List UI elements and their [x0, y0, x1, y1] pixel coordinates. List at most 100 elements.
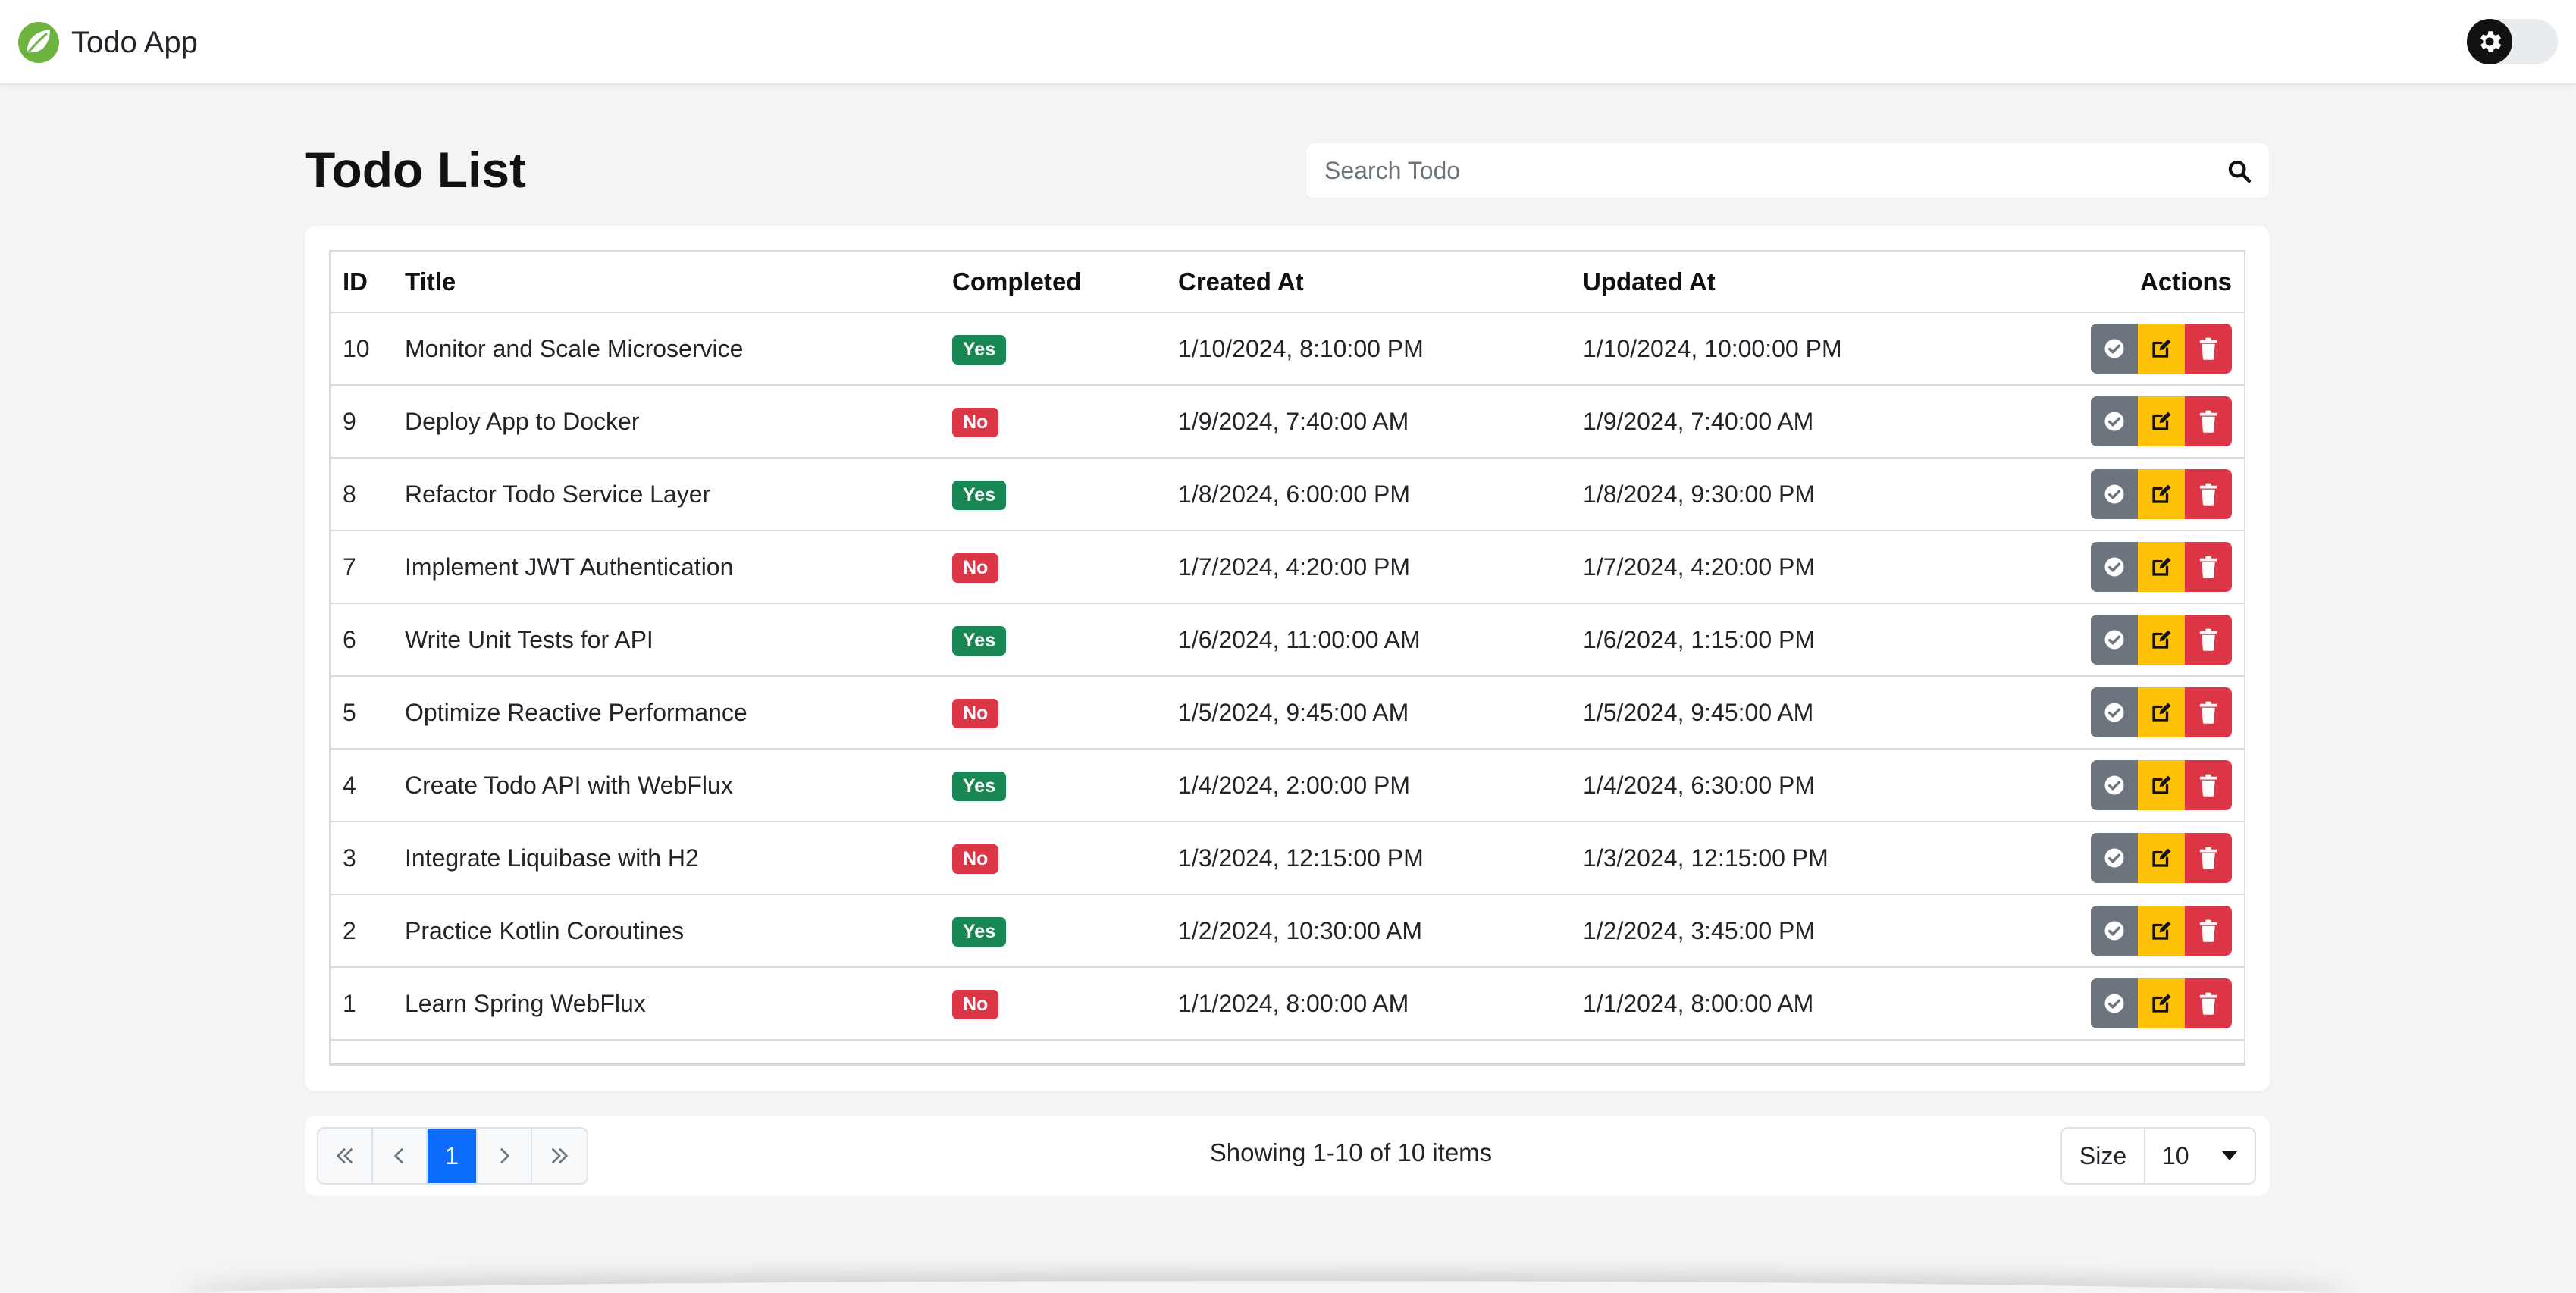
spring-leaf-icon [18, 22, 59, 63]
delete-button[interactable] [2185, 687, 2232, 737]
row-action-group [2091, 760, 2232, 810]
trash-icon [2199, 919, 2217, 942]
edit-icon [2152, 703, 2171, 722]
cell-id: 8 [331, 458, 405, 531]
toggle-complete-button[interactable] [2091, 615, 2138, 665]
delete-button[interactable] [2185, 978, 2232, 1028]
edit-button[interactable] [2138, 542, 2185, 592]
edit-icon [2152, 994, 2171, 1013]
brand[interactable]: Todo App [17, 20, 198, 65]
first-page-button[interactable] [318, 1129, 373, 1183]
search-input[interactable] [1324, 143, 2196, 198]
status-badge: Yes [952, 480, 1007, 510]
cell-id: 5 [331, 676, 405, 750]
cell-actions [2068, 458, 2244, 531]
trash-icon [2199, 847, 2217, 869]
cell-title: Create Todo API with WebFlux [405, 749, 952, 822]
delete-button[interactable] [2185, 469, 2232, 519]
delete-button[interactable] [2185, 542, 2232, 592]
cell-completed: Yes [952, 312, 1178, 386]
page-button-current[interactable]: 1 [428, 1129, 478, 1183]
page-size-select[interactable]: 10 [2145, 1129, 2255, 1183]
delete-button[interactable] [2185, 396, 2232, 446]
cell-id: 3 [331, 822, 405, 895]
delete-button[interactable] [2185, 760, 2232, 810]
toggle-complete-button[interactable] [2091, 324, 2138, 374]
edit-button[interactable] [2138, 396, 2185, 446]
edit-button[interactable] [2138, 687, 2185, 737]
cell-created-at: 1/9/2024, 7:40:00 AM [1178, 385, 1583, 459]
cell-completed: Yes [952, 603, 1178, 677]
prev-page-button[interactable] [373, 1129, 428, 1183]
theme-toggle[interactable] [2467, 19, 2558, 64]
trash-icon [2199, 628, 2217, 651]
pagination: 1 [317, 1127, 588, 1185]
next-page-button[interactable] [478, 1129, 532, 1183]
row-action-group [2091, 687, 2232, 737]
edit-button[interactable] [2138, 760, 2185, 810]
cell-title: Write Unit Tests for API [405, 603, 952, 677]
table-row: 1 Learn Spring WebFlux No 1/1/2024, 8:00… [331, 967, 2244, 1041]
table-header-row: ID Title Completed Created At Updated At… [331, 252, 2244, 313]
trash-icon [2199, 701, 2217, 724]
row-action-group [2091, 833, 2232, 883]
theme-toggle-knob [2467, 19, 2512, 64]
trash-icon [2199, 337, 2217, 360]
page-size-label: Size [2062, 1129, 2145, 1183]
edit-icon [2152, 412, 2171, 430]
last-page-button[interactable] [532, 1129, 587, 1183]
edit-button[interactable] [2138, 469, 2185, 519]
toggle-complete-button[interactable] [2091, 978, 2138, 1028]
edit-button[interactable] [2138, 615, 2185, 665]
cell-completed: No [952, 822, 1178, 895]
cell-title: Optimize Reactive Performance [405, 676, 952, 750]
header-title: Title [405, 252, 952, 313]
table-row: 8 Refactor Todo Service Layer Yes 1/8/20… [331, 458, 2244, 531]
check-circle-icon [2104, 848, 2124, 868]
toggle-complete-button[interactable] [2091, 687, 2138, 737]
table-row: 10 Monitor and Scale Microservice Yes 1/… [331, 312, 2244, 386]
toggle-complete-button[interactable] [2091, 396, 2138, 446]
row-action-group [2091, 324, 2232, 374]
delete-button[interactable] [2185, 833, 2232, 883]
cell-updated-at: 1/10/2024, 10:00:00 PM [1583, 312, 2068, 386]
trash-icon [2199, 410, 2217, 433]
trash-icon [2199, 992, 2217, 1015]
check-circle-icon [2104, 994, 2124, 1013]
page-size-value: 10 [2162, 1141, 2189, 1169]
delete-button[interactable] [2185, 324, 2232, 374]
edit-button[interactable] [2138, 978, 2185, 1028]
edit-button[interactable] [2138, 324, 2185, 374]
cell-updated-at: 1/7/2024, 4:20:00 PM [1583, 531, 2068, 604]
check-circle-icon [2104, 703, 2124, 722]
cell-actions [2068, 894, 2244, 968]
status-badge: Yes [952, 334, 1007, 365]
cell-actions [2068, 385, 2244, 459]
search-button[interactable] [2225, 157, 2254, 186]
delete-button[interactable] [2185, 615, 2232, 665]
delete-button[interactable] [2185, 906, 2232, 956]
status-badge: No [952, 844, 999, 874]
cell-completed: No [952, 531, 1178, 604]
check-circle-icon [2104, 412, 2124, 431]
edit-icon [2152, 921, 2171, 940]
edit-icon [2152, 848, 2171, 867]
cell-id: 10 [331, 312, 405, 386]
navbar: Todo App [0, 0, 2576, 85]
gear-icon [2480, 31, 2502, 52]
check-circle-icon [2104, 775, 2124, 795]
table-row: 2 Practice Kotlin Coroutines Yes 1/2/202… [331, 894, 2244, 968]
double-chevron-right-icon [551, 1147, 569, 1164]
cell-created-at: 1/5/2024, 9:45:00 AM [1178, 676, 1583, 750]
toggle-complete-button[interactable] [2091, 760, 2138, 810]
edit-button[interactable] [2138, 833, 2185, 883]
cell-id: 6 [331, 603, 405, 677]
toggle-complete-button[interactable] [2091, 542, 2138, 592]
pagination-bar: 1 Showing 1-10 of 10 items Size 10 [305, 1116, 2270, 1196]
toggle-complete-button[interactable] [2091, 833, 2138, 883]
toggle-complete-button[interactable] [2091, 906, 2138, 956]
edit-button[interactable] [2138, 906, 2185, 956]
cell-updated-at: 1/8/2024, 9:30:00 PM [1583, 458, 2068, 531]
cell-title: Implement JWT Authentication [405, 531, 952, 604]
toggle-complete-button[interactable] [2091, 469, 2138, 519]
